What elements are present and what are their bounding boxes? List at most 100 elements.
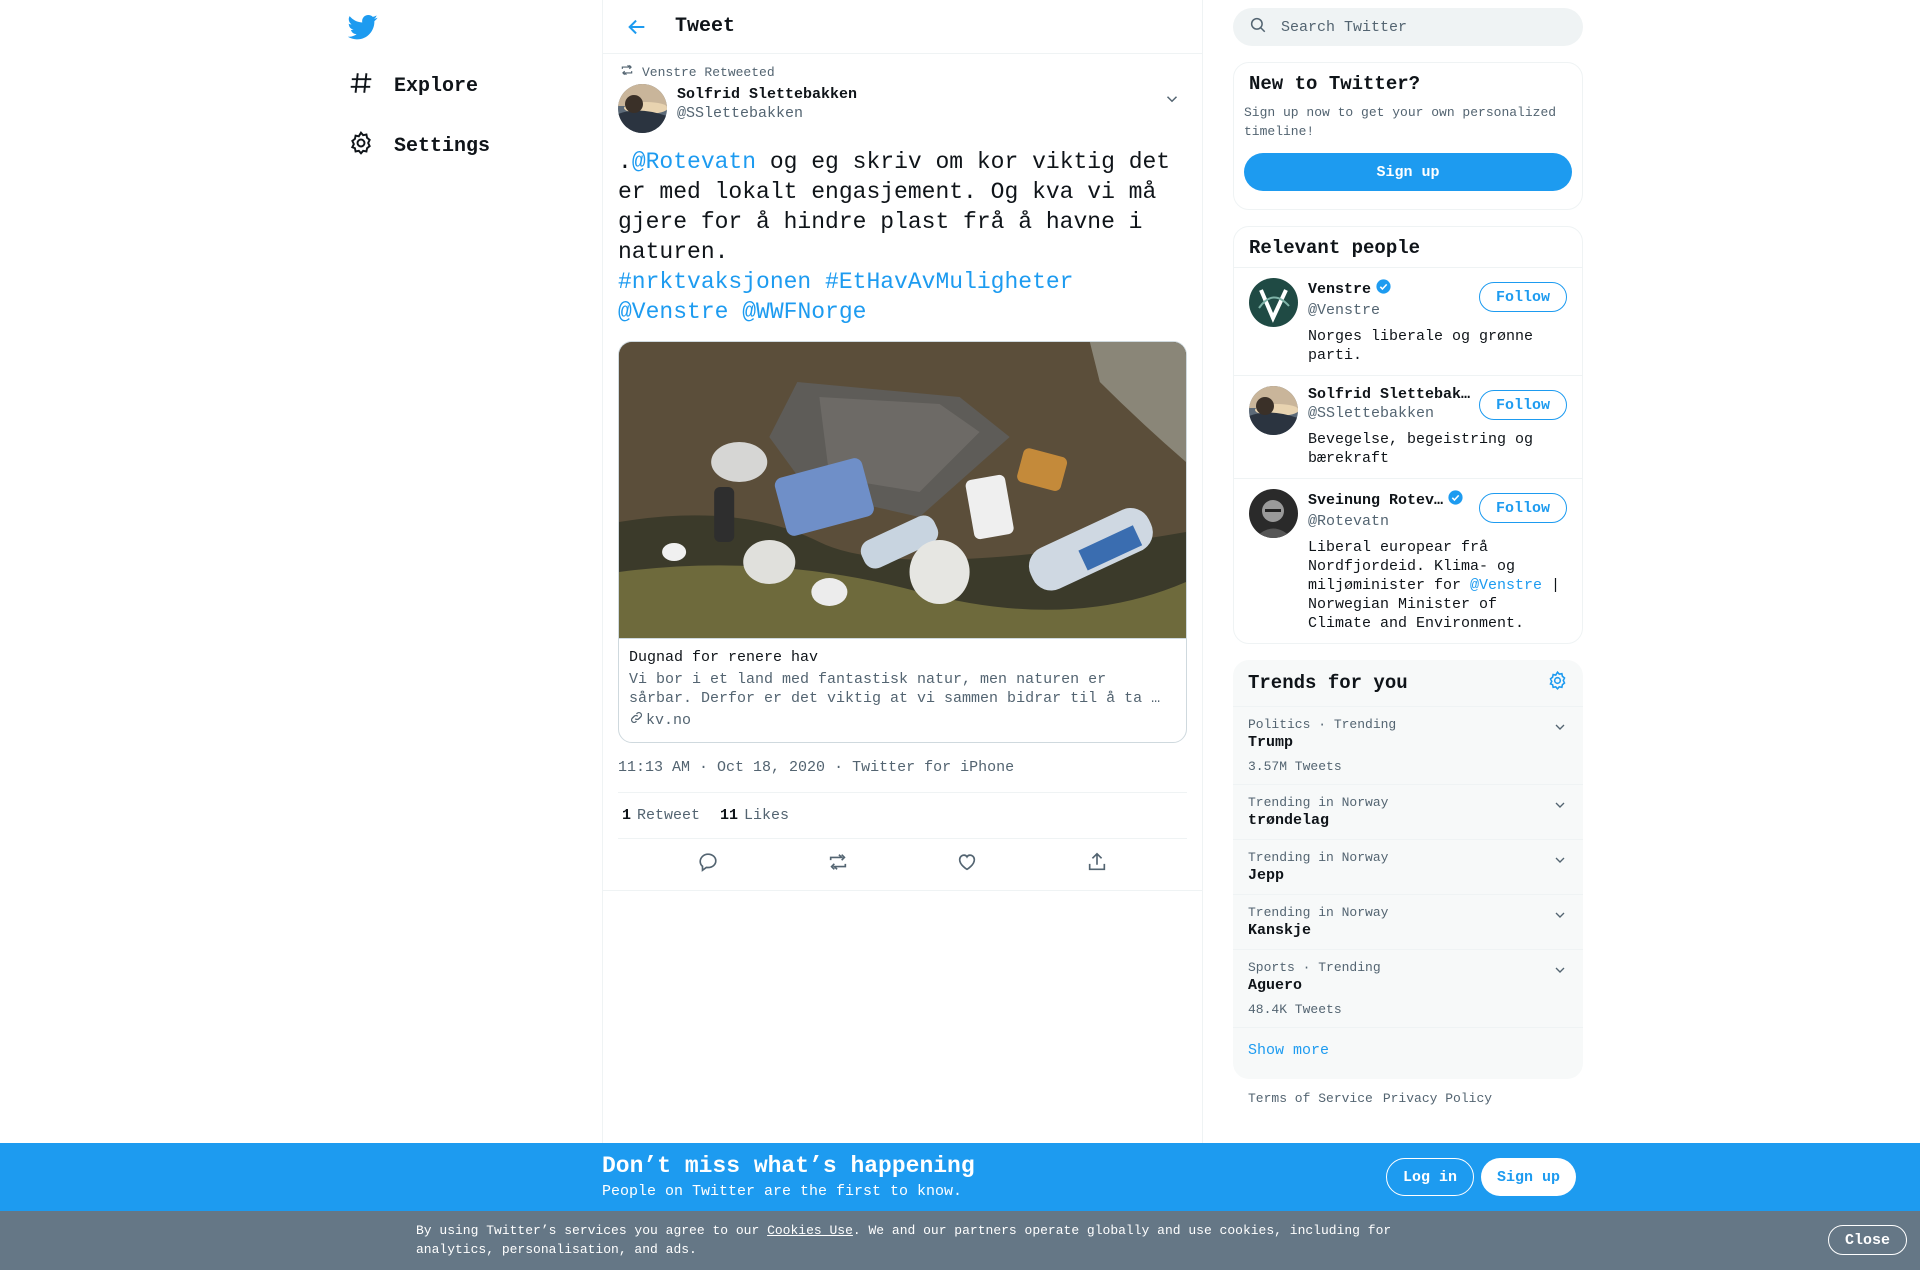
trends-settings-gear-icon[interactable]: [1547, 670, 1568, 696]
nav-settings-label: Settings: [394, 135, 491, 158]
mention-link[interactable]: @Venstre: [618, 299, 728, 325]
trend-name: Jepp: [1248, 867, 1285, 884]
right-sidebar: New to Twitter? Sign up now to get your …: [1233, 0, 1583, 1118]
sign-up-button[interactable]: Sign up: [1481, 1158, 1577, 1196]
person-venstre[interactable]: Venstre @Venstre Norges liberale og grøn…: [1234, 267, 1582, 375]
search-input[interactable]: [1281, 18, 1541, 36]
retweet-stat[interactable]: 1 Retweet: [622, 807, 700, 824]
twitter-bird-icon[interactable]: [347, 12, 378, 42]
mention-link[interactable]: @Rotevatn: [632, 149, 756, 175]
share-icon[interactable]: [1086, 851, 1108, 878]
author-handle[interactable]: @SSlettebakken: [677, 105, 857, 122]
person-bio: Norges liberale og grønne parti.: [1308, 328, 1534, 364]
retweet-icon[interactable]: [827, 851, 849, 878]
follow-button[interactable]: Follow: [1478, 282, 1567, 312]
rotevatn-avatar[interactable]: [1249, 489, 1298, 538]
tweet-stats: 1 Retweet 11 Likes: [618, 793, 1187, 839]
tweet-timestamp[interactable]: 11:13 AM · Oct 18, 2020: [618, 759, 825, 776]
new-to-twitter-box: New to Twitter? Sign up now to get your …: [1233, 62, 1583, 210]
trends-title: Trends for you: [1248, 672, 1408, 694]
trend-item[interactable]: Sports · Trending Aguero 48.4K Tweets: [1233, 950, 1583, 1028]
more-options-chevron-icon[interactable]: [1163, 90, 1181, 113]
card-body: Dugnad for renere hav Vi bor i et land m…: [619, 638, 1186, 742]
verified-badge-icon: [1447, 489, 1464, 511]
tweet-actions: [603, 839, 1202, 891]
retweet-stat-label: Retweet: [637, 807, 701, 824]
trend-tweet-count: 3.57M Tweets: [1248, 759, 1342, 774]
person-name: Solfrid Slettebak…: [1308, 386, 1478, 403]
person-bio: Liberal europear frå Nordfjordeid. Klima…: [1308, 538, 1567, 633]
tweet-text-segment: [1074, 269, 1088, 295]
login-bar-subtitle: People on Twitter are the first to know.: [602, 1183, 963, 1200]
privacy-link[interactable]: Privacy Policy: [1383, 1091, 1492, 1106]
chevron-down-icon[interactable]: [1552, 719, 1568, 740]
trend-item[interactable]: Trending in Norway Jepp: [1233, 840, 1583, 895]
person-name: Sveinung Rotev…: [1308, 489, 1478, 511]
nav-settings[interactable]: Settings: [348, 130, 490, 163]
author-avatar[interactable]: [618, 84, 667, 133]
nav-explore[interactable]: Explore: [348, 70, 478, 103]
tweet: Venstre Retweeted Solfrid Slettebakken @…: [603, 54, 1202, 891]
show-more-link[interactable]: Show more: [1233, 1028, 1583, 1079]
chevron-down-icon[interactable]: [1552, 797, 1568, 818]
trends-box: Trends for you Politics · Trending Trump 3…: [1233, 660, 1583, 1079]
follow-button[interactable]: Follow: [1478, 493, 1567, 523]
hashtag-link[interactable]: #EtHavAvMuligheter: [825, 269, 1073, 295]
trends-header: Trends for you: [1233, 660, 1583, 707]
search-icon: [1249, 16, 1267, 39]
cookies-use-link[interactable]: Cookies Use: [767, 1223, 853, 1238]
card-image: [619, 342, 1186, 638]
search-bar[interactable]: [1233, 8, 1583, 46]
person-rotevatn[interactable]: Sveinung Rotev… @Rotevatn Liberal europe…: [1234, 478, 1582, 643]
person-sslettebakken[interactable]: Solfrid Slettebak… @SSlettebakken Bevege…: [1234, 375, 1582, 478]
cookie-consent-bar: By using Twitter’s services you agree to…: [0, 1211, 1920, 1270]
card-domain-text: kv.no: [646, 711, 692, 729]
reply-icon[interactable]: [697, 851, 719, 878]
terms-link[interactable]: Terms of Service: [1248, 1091, 1373, 1106]
bio-mention-link[interactable]: @Venstre: [1470, 577, 1542, 594]
trend-context: Politics · Trending: [1248, 717, 1397, 732]
venstre-avatar[interactable]: [1249, 278, 1298, 327]
author-row: Solfrid Slettebakken @SSlettebakken: [618, 84, 1187, 133]
gear-icon: [348, 130, 374, 163]
chevron-down-icon[interactable]: [1552, 962, 1568, 983]
retweeted-by-label[interactable]: Venstre Retweeted: [642, 65, 775, 80]
tweet-text-segment: .: [618, 149, 632, 175]
link-icon: [629, 710, 644, 730]
meta-separator: ·: [834, 759, 853, 776]
trend-context: Trending in Norway: [1248, 905, 1389, 920]
tweet-source[interactable]: Twitter for iPhone: [852, 759, 1014, 776]
verified-badge-icon: [1375, 278, 1392, 300]
relevant-people-title: Relevant people: [1249, 237, 1421, 259]
hashtag-link[interactable]: #nrktvaksjonen: [618, 269, 811, 295]
like-stat[interactable]: 11 Likes: [720, 807, 789, 824]
trend-item[interactable]: Trending in Norway trøndelag: [1233, 785, 1583, 840]
card-description: Vi bor i et land med fantastisk natur, m…: [629, 671, 1161, 707]
trend-name: Trump: [1248, 734, 1294, 751]
link-card[interactable]: Dugnad for renere hav Vi bor i et land m…: [618, 341, 1187, 743]
sidebar-sign-up-button[interactable]: Sign up: [1244, 153, 1572, 191]
login-bar-title: Don’t miss what’s happening: [602, 1153, 975, 1179]
trend-context: Trending in Norway: [1248, 850, 1389, 865]
follow-button[interactable]: Follow: [1478, 390, 1567, 420]
author-name[interactable]: Solfrid Slettebakken: [677, 86, 857, 103]
tweet-text-segment: [728, 299, 742, 325]
like-heart-icon[interactable]: [956, 851, 978, 878]
footer-links: Terms of Service Privacy Policy: [1233, 1079, 1583, 1118]
new-to-twitter-title: New to Twitter?: [1249, 73, 1421, 95]
nav-explore-label: Explore: [394, 75, 479, 98]
trend-item[interactable]: Trending in Norway Kanskje: [1233, 895, 1583, 950]
chevron-down-icon[interactable]: [1552, 907, 1568, 928]
new-to-twitter-subtitle: Sign up now to get your own personalized…: [1244, 105, 1557, 139]
trend-name: Kanskje: [1248, 922, 1312, 939]
chevron-down-icon[interactable]: [1552, 852, 1568, 873]
log-in-button[interactable]: Log in: [1386, 1158, 1475, 1196]
person-name-text: Sveinung Rotev…: [1308, 491, 1444, 509]
sslettebakken-avatar[interactable]: [1249, 386, 1298, 435]
retweet-small-icon: [620, 63, 634, 81]
back-arrow-icon[interactable]: [619, 9, 655, 45]
trend-item[interactable]: Politics · Trending Trump 3.57M Tweets: [1233, 707, 1583, 785]
mention-link[interactable]: @WWFNorge: [742, 299, 866, 325]
person-name-text: Solfrid Slettebak…: [1308, 386, 1471, 403]
cookie-close-button[interactable]: Close: [1828, 1225, 1908, 1255]
